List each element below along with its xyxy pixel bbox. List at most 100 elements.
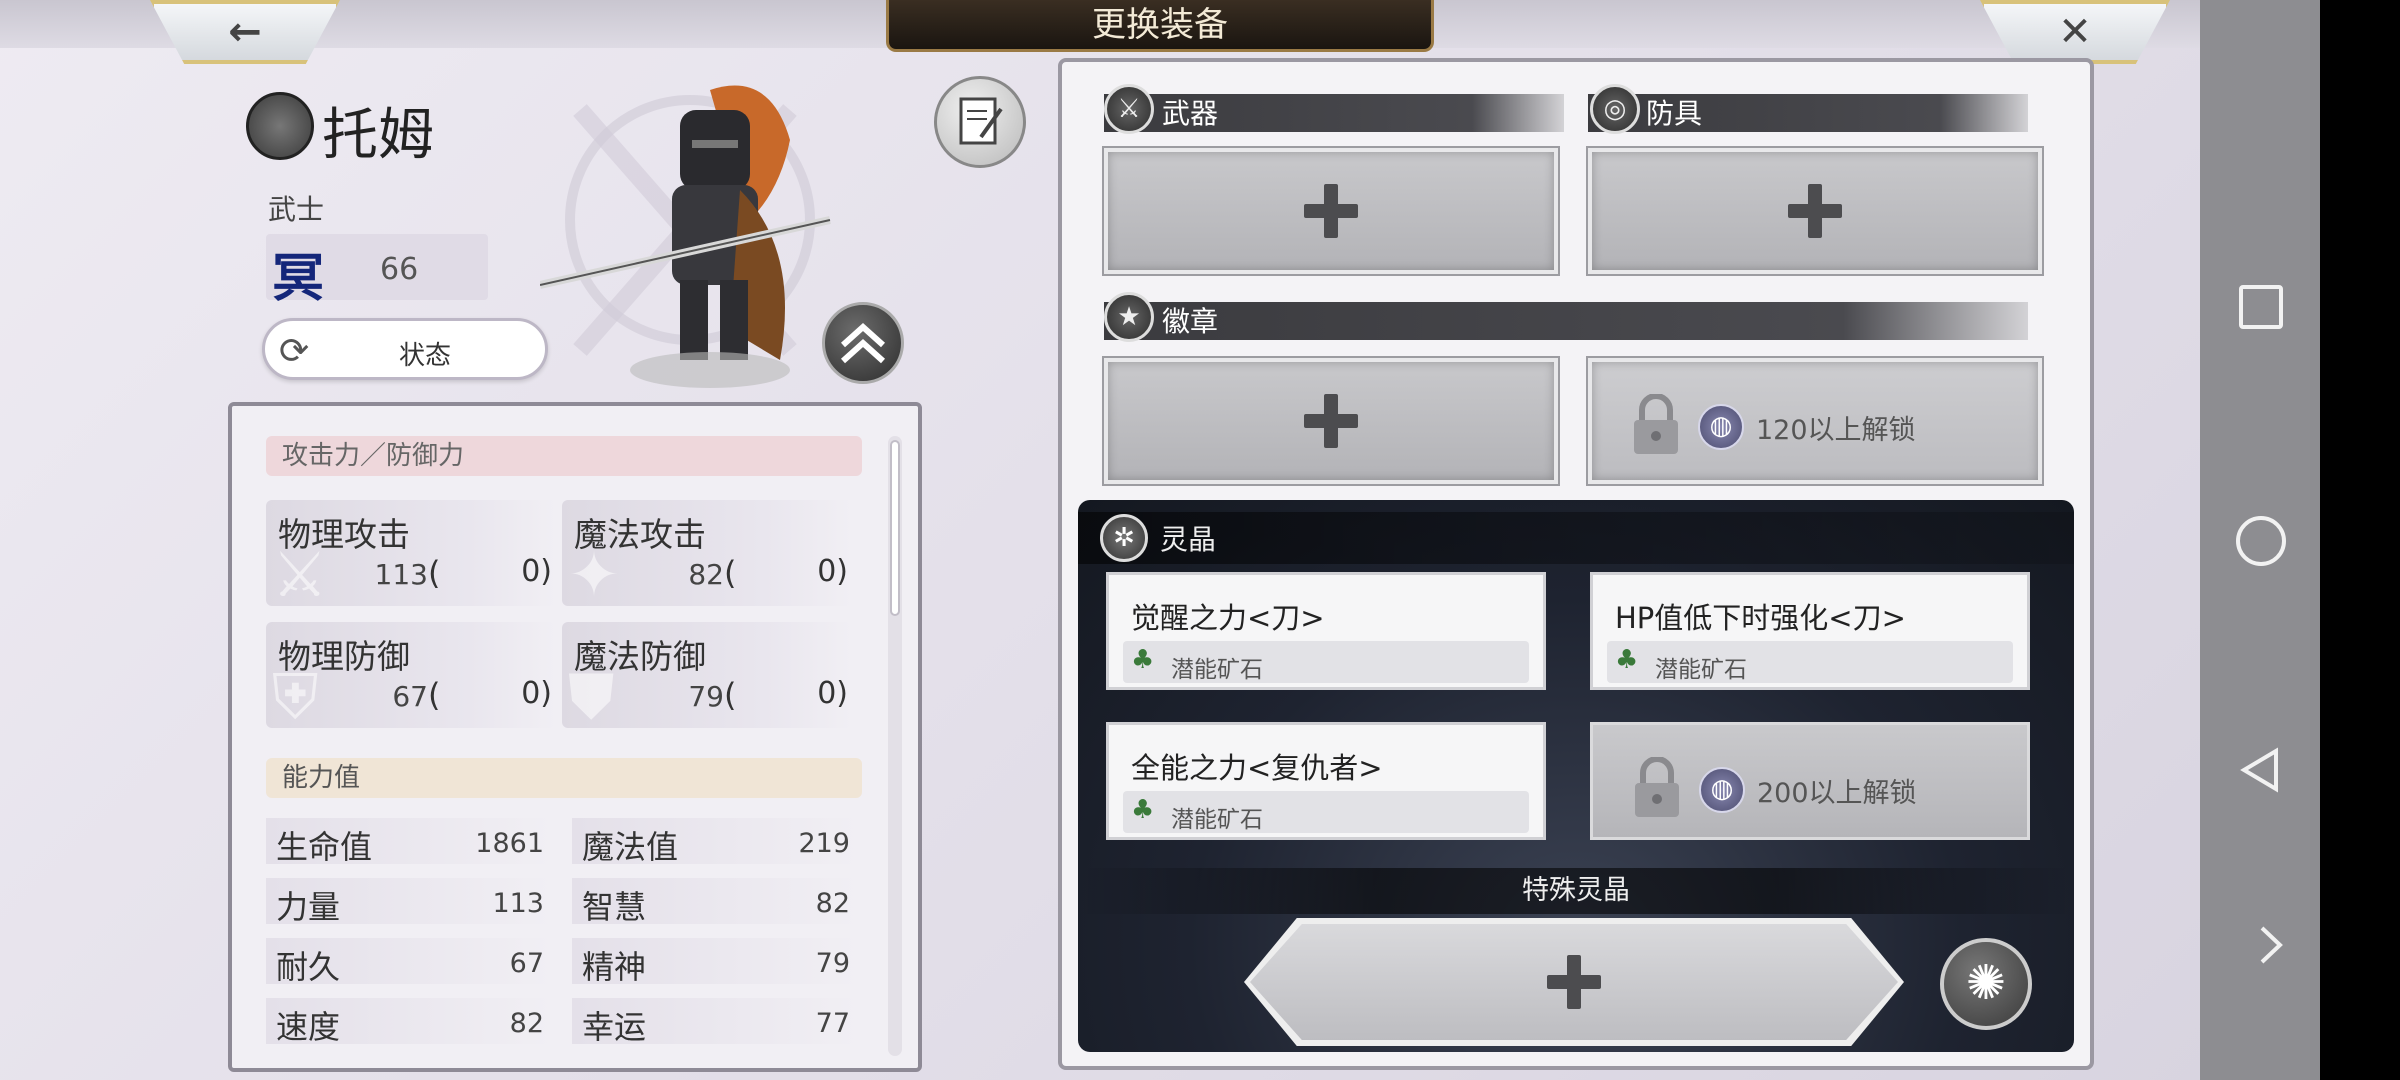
crystal-slot-2[interactable]: HP值低下时强化<刀> ♣ 潜能矿石 [1590, 572, 2030, 690]
ability-row-endurance: 耐久 67 [266, 938, 552, 986]
ability-name: 精神 [582, 948, 647, 986]
ability-name: 魔法值 [582, 828, 679, 866]
ring-icon: ◎ [1590, 84, 1640, 134]
stats-panel[interactable]: 攻击力／防御力 ⚔ 物理攻击 113 ( 0) ✦ 魔法攻击 82 ( 0) ⛨… [228, 402, 922, 1072]
ability-row-wisdom: 智慧 82 [572, 878, 858, 926]
stat-card-magic-attack: ✦ 魔法攻击 82 ( 0) [562, 500, 852, 611]
stat-paren: ( [724, 554, 737, 592]
stat-bonus: 0) [521, 554, 552, 589]
stat-paren: ( [428, 676, 441, 714]
crystal-name: 全能之力<复仇者> [1131, 751, 1383, 785]
ability-name: 幸运 [582, 1008, 647, 1046]
plus-icon [1788, 184, 1842, 238]
stat-value: 79 [688, 680, 724, 713]
ability-row-spirit: 精神 79 [572, 938, 858, 986]
chevron-right-icon[interactable] [2246, 920, 2296, 970]
crystal-material-row: ♣ 潜能矿石 [1607, 641, 2013, 683]
lock-icon [1635, 757, 1679, 817]
close-icon: ✕ [2058, 9, 2092, 55]
stat-paren: ( [724, 676, 737, 714]
ability-name: 速度 [276, 1008, 341, 1046]
status-button-label: 状态 [398, 341, 451, 371]
armor-slot[interactable] [1586, 146, 2044, 276]
crystal-slot-1[interactable]: 觉醒之力<刀> ♣ 潜能矿石 [1106, 572, 1546, 690]
ability-row-luck: 幸运 77 [572, 998, 858, 1046]
unlock-requirement: 200以上解锁 [1757, 778, 1917, 809]
ability-row-speed: 速度 82 [266, 998, 552, 1046]
character-class: 武士 [268, 193, 325, 226]
stat-card-physical-defense: ⛨ 物理防御 67 ( 0) [266, 622, 556, 733]
ability-value: 82 [815, 888, 850, 919]
ability-value: 67 [509, 948, 544, 979]
ore-icon: ♣ [1615, 645, 1639, 675]
home-icon[interactable] [2236, 516, 2286, 566]
ability-value: 82 [509, 1008, 544, 1039]
ability-value: 77 [815, 1008, 850, 1039]
stat-label: 魔法防御 [574, 637, 706, 676]
ore-icon: ♣ [1131, 795, 1155, 825]
ability-name: 耐久 [276, 948, 341, 986]
atk-def-header: 攻击力／防御力 [266, 436, 862, 476]
swirl-icon: ◍ [1698, 404, 1744, 450]
badge-slot[interactable] [1102, 356, 1560, 486]
star-badge-icon: ★ [1104, 292, 1154, 342]
stat-paren: ( [428, 554, 441, 592]
crystal-material: 潜能矿石 [1171, 807, 1263, 833]
back-button[interactable]: ← [150, 0, 340, 64]
stat-bonus: 0) [817, 676, 848, 711]
crystal-material: 潜能矿石 [1655, 657, 1747, 683]
ability-value: 1861 [475, 828, 544, 859]
note-pen-icon [959, 97, 1003, 145]
stat-label: 物理攻击 [278, 515, 410, 554]
ability-header: 能力值 [266, 758, 862, 798]
scrollbar-thumb[interactable] [890, 440, 900, 616]
plus-icon [1304, 394, 1358, 448]
character-level: 66 [380, 252, 419, 287]
page-title: 更换装备 [886, 0, 1434, 52]
special-crystal-slot[interactable] [1250, 924, 1898, 1040]
ability-name: 生命值 [276, 828, 373, 866]
crystal-material-row: ♣ 潜能矿石 [1123, 641, 1529, 683]
recent-apps-icon[interactable] [2239, 285, 2283, 329]
stat-value: 67 [392, 680, 428, 713]
badge-category-bar: 徽章 [1104, 302, 2028, 340]
crystal-material-row: ♣ 潜能矿石 [1123, 791, 1529, 833]
close-button[interactable]: ✕ [1980, 0, 2170, 64]
rank-glyph: 冥 [272, 249, 325, 309]
plus-icon [1304, 184, 1358, 238]
ability-value: 113 [492, 888, 544, 919]
crystal-name: HP值低下时强化<刀> [1615, 601, 1906, 635]
system-nav-edge [2320, 0, 2400, 1080]
ore-icon: ♣ [1131, 645, 1155, 675]
ability-value: 79 [815, 948, 850, 979]
crystal-material: 潜能矿石 [1171, 657, 1263, 683]
crystal-slot-locked: ◍ 200以上解锁 [1590, 722, 2030, 840]
swirl-icon: ◍ [1699, 767, 1745, 813]
plus-icon [1547, 955, 1601, 1009]
ability-row-strength: 力量 113 [266, 878, 552, 926]
crystal-wheel-icon: ✲ [1100, 514, 1148, 562]
lock-icon [1634, 394, 1678, 454]
expand-up-button[interactable] [822, 302, 904, 384]
weapon-category-bar: 武器 [1104, 94, 1564, 132]
stat-bonus: 0) [521, 676, 552, 711]
stat-bonus: 0) [817, 554, 848, 589]
sword-class-icon [246, 92, 314, 160]
stat-value: 82 [688, 558, 724, 591]
sword-icon: ⚔ [1104, 84, 1154, 134]
ability-name: 智慧 [582, 888, 647, 926]
armor-category-bar: 防具 [1588, 94, 2028, 132]
weapon-slot[interactable] [1102, 146, 1560, 276]
sparkle-icon: ✺ [1965, 955, 2007, 1011]
crystal-category-bar: 灵晶 [1078, 512, 2074, 564]
back-arrow-icon: ← [228, 9, 262, 55]
crystal-slot-3[interactable]: 全能之力<复仇者> ♣ 潜能矿石 [1106, 722, 1546, 840]
memo-icon[interactable] [934, 76, 1026, 168]
status-button[interactable]: ⟳ 状态 [262, 318, 548, 380]
character-name: 托姆 [322, 103, 434, 168]
ability-name: 力量 [276, 888, 341, 926]
sparkle-button[interactable]: ✺ [1940, 938, 2032, 1030]
badge-slot-locked: ◍ 120以上解锁 [1586, 356, 2044, 486]
stat-card-magic-defense: ⛊ 魔法防御 79 ( 0) [562, 622, 852, 733]
back-triangle-icon[interactable] [2236, 745, 2286, 795]
